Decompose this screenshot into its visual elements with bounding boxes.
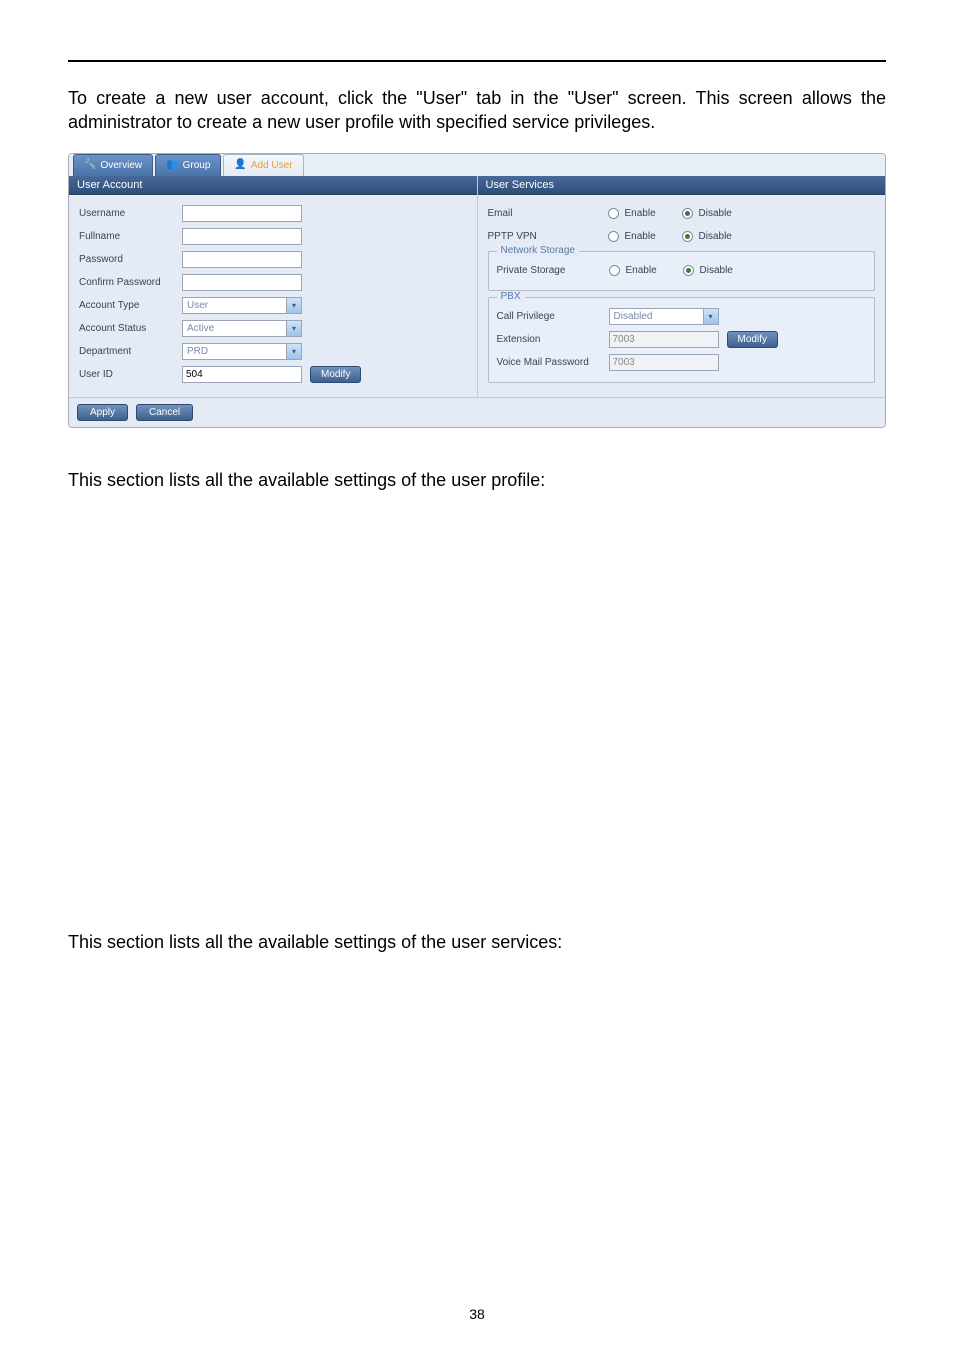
services-section-text: This section lists all the available set…	[68, 930, 886, 954]
private-storage-label: Private Storage	[497, 265, 609, 276]
user-id-input[interactable]	[182, 366, 302, 383]
pptp-label: PPTP VPN	[488, 231, 608, 242]
network-storage-legend: Network Storage	[497, 245, 579, 256]
chevron-down-icon: ▾	[703, 309, 718, 324]
chevron-down-icon: ▾	[286, 321, 301, 336]
account-status-value: Active	[183, 323, 286, 334]
modify-button-left[interactable]: Modify	[310, 366, 361, 383]
username-label: Username	[79, 208, 174, 219]
disable-label: Disable	[699, 231, 732, 242]
account-type-label: Account Type	[79, 300, 174, 311]
apply-button[interactable]: Apply	[77, 404, 128, 421]
tabs-row: 🔧 Overview 👥 Group 👤 Add User	[69, 154, 885, 176]
user-account-header: User Account	[69, 176, 477, 195]
intro-text: To create a new user account, click the …	[68, 86, 886, 135]
call-privilege-select[interactable]: Disabled ▾	[609, 308, 719, 325]
confirm-password-label: Confirm Password	[79, 277, 174, 288]
person-icon: 👤	[234, 160, 246, 170]
tab-add-user[interactable]: 👤 Add User	[223, 154, 303, 176]
tab-group[interactable]: 👥 Group	[155, 154, 221, 176]
call-privilege-label: Call Privilege	[497, 311, 609, 322]
modify-button-right[interactable]: Modify	[727, 331, 778, 348]
email-disable-radio[interactable]	[682, 208, 693, 219]
email-label: Email	[488, 208, 608, 219]
tab-overview-label: Overview	[100, 160, 142, 171]
account-status-select[interactable]: Active ▾	[182, 320, 302, 337]
department-select[interactable]: PRD ▾	[182, 343, 302, 360]
user-panel: 🔧 Overview 👥 Group 👤 Add User User Accou…	[68, 153, 886, 428]
user-id-label: User ID	[79, 369, 174, 380]
extension-label: Extension	[497, 334, 609, 345]
voice-mail-pw-input	[609, 354, 719, 371]
department-label: Department	[79, 346, 174, 357]
chevron-down-icon: ▾	[286, 344, 301, 359]
network-storage-fieldset: Network Storage Private Storage Enable	[488, 251, 876, 291]
extension-input	[609, 331, 719, 348]
enable-label: Enable	[626, 265, 657, 276]
bottom-bar: Apply Cancel	[69, 397, 885, 427]
profile-section-text: This section lists all the available set…	[68, 468, 886, 492]
username-input[interactable]	[182, 205, 302, 222]
tab-group-label: Group	[183, 160, 211, 171]
wrench-icon: 🔧	[84, 160, 96, 170]
enable-label: Enable	[625, 231, 656, 242]
call-privilege-value: Disabled	[610, 311, 703, 322]
user-account-body: Username Fullname Password Confirm Passw…	[69, 195, 477, 396]
private-storage-enable-radio[interactable]	[609, 265, 620, 276]
pptp-enable-radio[interactable]	[608, 231, 619, 242]
password-input[interactable]	[182, 251, 302, 268]
department-value: PRD	[183, 346, 286, 357]
pptp-disable-radio[interactable]	[682, 231, 693, 242]
tab-add-user-label: Add User	[251, 160, 293, 171]
disable-label: Disable	[699, 208, 732, 219]
private-storage-disable-radio[interactable]	[683, 265, 694, 276]
email-enable-radio[interactable]	[608, 208, 619, 219]
tab-overview[interactable]: 🔧 Overview	[73, 154, 153, 176]
pbx-fieldset: PBX Call Privilege Disabled ▾ Extension	[488, 297, 876, 383]
user-services-body: Email Enable Disable	[478, 195, 886, 397]
confirm-password-input[interactable]	[182, 274, 302, 291]
user-services-header: User Services	[478, 176, 886, 195]
account-status-label: Account Status	[79, 323, 174, 334]
cancel-button[interactable]: Cancel	[136, 404, 193, 421]
fullname-label: Fullname	[79, 231, 174, 242]
enable-label: Enable	[625, 208, 656, 219]
page-number: 38	[0, 1306, 954, 1322]
password-label: Password	[79, 254, 174, 265]
user-services-col: User Services Email Enable Disable	[478, 176, 886, 397]
account-type-value: User	[183, 300, 286, 311]
top-rule	[68, 60, 886, 62]
account-type-select[interactable]: User ▾	[182, 297, 302, 314]
disable-label: Disable	[700, 265, 733, 276]
pbx-legend: PBX	[497, 291, 525, 302]
chevron-down-icon: ▾	[286, 298, 301, 313]
user-account-col: User Account Username Fullname Password	[69, 176, 478, 397]
group-icon: 👥	[166, 160, 178, 170]
panel-body: User Account Username Fullname Password	[69, 176, 885, 397]
voice-mail-pw-label: Voice Mail Password	[497, 357, 609, 368]
fullname-input[interactable]	[182, 228, 302, 245]
